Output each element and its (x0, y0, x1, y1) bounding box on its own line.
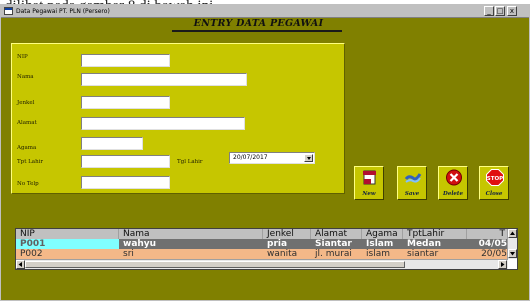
save-icon (404, 173, 422, 183)
close-label: Close (485, 191, 503, 197)
save-button[interactable]: Save (397, 166, 427, 200)
close-window-button[interactable]: x (507, 6, 517, 16)
title-underline (172, 30, 342, 32)
column-header-tptlahir[interactable]: TptLahir (403, 229, 467, 239)
table-cell[interactable]: P001 (16, 239, 119, 249)
tgl-lahir-label: Tgl Lahir (177, 159, 203, 165)
window-title: Data Pegawai PT. PLN (Persero) (16, 8, 110, 15)
scroll-down-arrow-icon[interactable] (508, 249, 517, 258)
nama-label: Nama (17, 74, 34, 80)
tpt-lahir-label: Tpt Lahir (17, 159, 44, 165)
table-cell[interactable]: jl. murai (311, 249, 362, 259)
maximize-button[interactable]: □ (495, 6, 505, 16)
table-cell[interactable]: sri (119, 249, 263, 259)
tpt-lahir-field[interactable] (81, 155, 170, 168)
svg-text:STOP: STOP (487, 176, 503, 182)
scroll-up-arrow-icon[interactable] (508, 229, 517, 238)
minimize-button[interactable]: _ (484, 6, 494, 16)
scroll-left-arrow-icon[interactable] (16, 260, 25, 269)
delete-icon (446, 169, 462, 186)
alamat-field[interactable] (81, 117, 245, 130)
nip-field[interactable] (81, 54, 170, 67)
tgl-lahir-value: 20/07/2017 (233, 154, 268, 161)
table-row[interactable]: P002 sri wanita jl. murai islam siantar … (16, 249, 508, 259)
form-title: ENTRY DATA PEGAWAI (193, 18, 324, 29)
column-header-nama[interactable]: Nama (119, 229, 263, 239)
table-cell[interactable]: 04/05 (467, 239, 508, 249)
pegawai-data-grid[interactable]: NIP Nama Jenkel Alamat Agama TptLahir T … (15, 228, 518, 270)
close-button[interactable]: STOP Close (479, 166, 509, 200)
new-button[interactable]: New (354, 166, 384, 200)
column-header-alamat[interactable]: Alamat (311, 229, 362, 239)
table-row[interactable]: P001 wahyu pria Siantar Islam Medan 04/0… (16, 239, 508, 249)
table-cell[interactable]: 20/05 (467, 249, 508, 259)
table-cell[interactable]: Islam (362, 239, 403, 249)
delete-label: Delete (443, 191, 463, 197)
no-telp-label: No Telp (17, 181, 39, 187)
stop-sign-icon: STOP (486, 169, 504, 186)
column-header-tgllahir[interactable]: T (467, 229, 508, 239)
column-header-jenkel[interactable]: Jenkel (263, 229, 311, 239)
chevron-down-icon[interactable] (304, 154, 313, 162)
alamat-label: Alamat (17, 120, 37, 126)
table-cell[interactable]: wahyu (119, 239, 263, 249)
column-header-agama[interactable]: Agama (362, 229, 403, 239)
vertical-scrollbar[interactable] (507, 229, 517, 259)
jenkel-field[interactable] (81, 96, 170, 109)
window-icon (4, 7, 13, 15)
nip-label: NIP (17, 54, 28, 60)
table-cell[interactable]: siantar (403, 249, 467, 259)
table-cell[interactable]: wanita (263, 249, 311, 259)
scroll-thumb[interactable] (25, 261, 405, 268)
grid-header-row: NIP Nama Jenkel Alamat Agama TptLahir T (16, 229, 508, 239)
column-header-nip[interactable]: NIP (16, 229, 119, 239)
scroll-right-arrow-icon[interactable] (498, 260, 507, 269)
delete-button[interactable]: Delete (438, 166, 468, 200)
table-cell[interactable]: Medan (403, 239, 467, 249)
new-document-icon (363, 170, 376, 185)
table-cell[interactable]: P002 (16, 249, 119, 259)
table-cell[interactable]: islam (362, 249, 403, 259)
table-cell[interactable]: pria (263, 239, 311, 249)
table-cell[interactable]: Siantar (311, 239, 362, 249)
title-bar[interactable]: Data Pegawai PT. PLN (Persero) _ □ x (1, 5, 529, 18)
horizontal-scrollbar[interactable] (16, 259, 508, 269)
new-label: New (362, 191, 376, 197)
agama-field[interactable] (81, 137, 143, 150)
no-telp-field[interactable] (81, 176, 170, 189)
nama-field[interactable] (81, 73, 247, 86)
tgl-lahir-date-picker[interactable]: 20/07/2017 (229, 152, 315, 164)
agama-label: Agama (17, 145, 37, 151)
save-label: Save (404, 191, 420, 197)
jenkel-label: Jenkel (17, 100, 35, 106)
